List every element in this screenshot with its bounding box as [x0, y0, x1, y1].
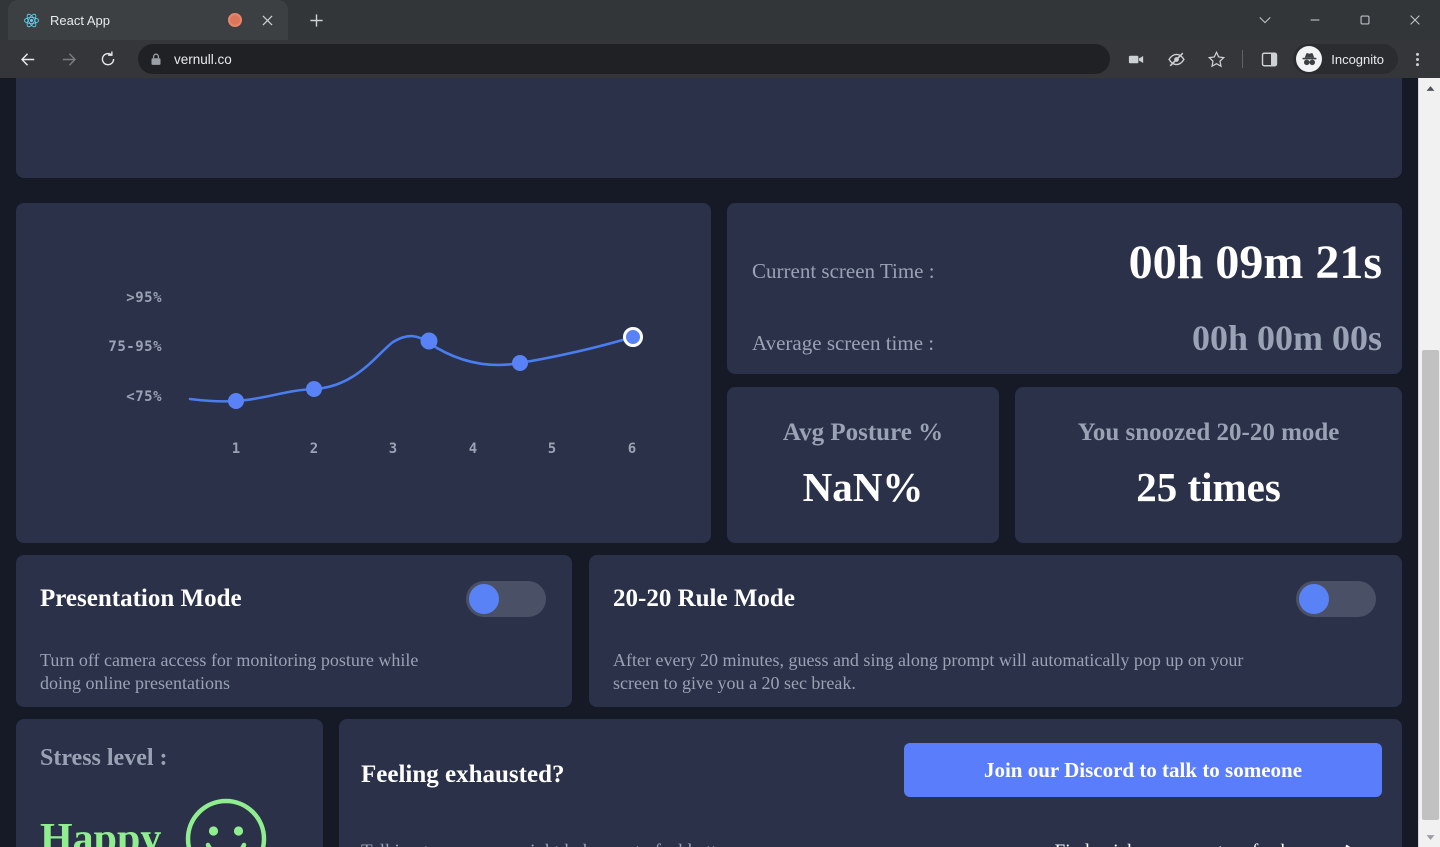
maximize-button[interactable] [1340, 0, 1390, 40]
window-controls [1240, 0, 1440, 40]
lock-icon [150, 53, 162, 66]
x-tick-label: 5 [547, 441, 557, 457]
tab-title: React App [50, 12, 110, 28]
smiley-face-icon [185, 798, 267, 847]
rule-mode-toggle[interactable] [1296, 581, 1376, 617]
x-tick-label: 6 [627, 441, 637, 457]
scrollbar-thumb[interactable] [1422, 350, 1439, 820]
presentation-mode-header: Presentation Mode [40, 581, 546, 617]
stress-level-row: Happy [40, 798, 323, 847]
stress-level-value: Happy [40, 816, 162, 847]
rule-mode-description: After every 20 minutes, guess and sing a… [613, 650, 1244, 694]
toolbar-icon-group: Incognito [1116, 43, 1432, 75]
incognito-avatar-icon [1296, 46, 1323, 72]
avg-posture-title: Avg Posture % [782, 419, 944, 446]
toggle-knob [1299, 584, 1329, 614]
page-viewport: >95% 75-95% <75% 1 2 3 4 5 6 Current scr… [0, 78, 1440, 847]
x-tick-label: 4 [468, 441, 478, 457]
chart-point [228, 393, 244, 409]
react-logo-icon [22, 11, 40, 29]
right-arrow-icon [1306, 842, 1360, 847]
exhausted-subtitle: Talking to someone might help you to fee… [361, 841, 735, 847]
side-panel-icon[interactable] [1253, 43, 1285, 75]
y-tick-label: 75-95% [108, 339, 162, 355]
posture-line-chart: >95% 75-95% <75% 1 2 3 4 5 6 [16, 203, 711, 543]
page-scrollbar[interactable] [1418, 78, 1440, 847]
new-tab-button[interactable] [302, 6, 330, 34]
star-icon[interactable] [1200, 43, 1232, 75]
chart-point [306, 381, 322, 397]
dashboard-page: >95% 75-95% <75% 1 2 3 4 5 6 Current scr… [0, 78, 1418, 847]
scroll-down-button[interactable] [1419, 827, 1440, 847]
find-resources-label: Find quick resources to refresh [1055, 841, 1290, 847]
avg-posture-card: Avg Posture % NaN% [727, 387, 999, 543]
y-tick-label: >95% [126, 290, 162, 306]
exhausted-bottom-row: Talking to someone might help you to fee… [361, 841, 1382, 847]
current-screen-time-row: Current screen Time : 00h 09m 21s [752, 239, 1382, 287]
snooze-count-title: You snoozed 20-20 mode [1077, 419, 1340, 446]
tab-search-button[interactable] [1240, 0, 1290, 40]
stress-level-label: Stress level : [40, 745, 168, 771]
current-screen-time-value: 00h 09m 21s [1128, 236, 1382, 289]
reload-icon[interactable] [91, 42, 125, 76]
rule-mode-header: 20-20 Rule Mode [613, 581, 1376, 617]
current-screen-time-label: Current screen Time : [752, 259, 935, 283]
chart-point-highlighted [623, 327, 643, 347]
url-text: vernull.co [174, 51, 232, 67]
x-tick-label: 3 [388, 441, 398, 457]
x-tick-label: 1 [231, 441, 241, 457]
avg-posture-value: NaN% [802, 464, 924, 510]
recording-indicator-icon [228, 13, 242, 27]
average-screen-time-row: Average screen time : 00h 00m 00s [752, 320, 1382, 356]
rule-mode-title: 20-20 Rule Mode [613, 585, 795, 612]
chart-line [188, 334, 635, 403]
posture-chart-card: >95% 75-95% <75% 1 2 3 4 5 6 [16, 203, 711, 543]
back-arrow-icon[interactable] [11, 42, 45, 76]
browser-tab[interactable]: React App [8, 0, 288, 40]
toggle-knob [469, 584, 499, 614]
video-camera-icon[interactable] [1120, 43, 1152, 75]
chart-point [420, 332, 438, 350]
y-tick-label: <75% [126, 389, 162, 405]
screen-time-card: Current screen Time : 00h 09m 21s Averag… [727, 203, 1402, 374]
scroll-up-button[interactable] [1419, 78, 1440, 98]
x-tick-label: 2 [309, 441, 319, 457]
average-screen-time-label: Average screen time : [752, 331, 935, 355]
average-screen-time-value: 00h 00m 00s [1191, 318, 1382, 358]
toolbar-divider [1242, 50, 1244, 68]
snooze-count-card: You snoozed 20-20 mode 25 times [1015, 387, 1402, 543]
presentation-mode-title: Presentation Mode [40, 585, 242, 612]
exhausted-top-row: Feeling exhausted? Join our Discord to t… [361, 743, 1382, 797]
browser-toolbar: vernull.co Incognito [0, 40, 1440, 78]
camera-preview-card [16, 78, 1402, 178]
stress-level-card: Stress level : Happy [16, 719, 323, 847]
presentation-mode-card: Presentation Mode Turn off camera access… [16, 555, 572, 707]
three-dot-menu-icon[interactable] [1402, 44, 1432, 74]
incognito-label: Incognito [1331, 51, 1384, 67]
chart-point [512, 355, 528, 371]
minimize-button[interactable] [1290, 0, 1340, 40]
rule-mode-card: 20-20 Rule Mode After every 20 minutes, … [589, 555, 1402, 707]
eye-slash-icon[interactable] [1160, 43, 1192, 75]
exhausted-title: Feeling exhausted? [361, 761, 565, 788]
address-bar[interactable]: vernull.co [138, 44, 1111, 74]
close-icon[interactable] [256, 9, 278, 31]
find-resources-link[interactable]: Find quick resources to refresh [1055, 841, 1360, 847]
join-discord-button[interactable]: Join our Discord to talk to someone [904, 743, 1382, 797]
forward-arrow-icon[interactable] [51, 42, 85, 76]
presentation-mode-toggle[interactable] [466, 581, 546, 617]
close-window-button[interactable] [1390, 0, 1440, 40]
chart-svg [188, 327, 643, 409]
incognito-profile-button[interactable]: Incognito [1293, 44, 1398, 74]
presentation-mode-description: Turn off camera access for monitoring po… [40, 650, 419, 694]
feeling-exhausted-card: Feeling exhausted? Join our Discord to t… [339, 719, 1402, 847]
tab-strip: React App [0, 0, 1440, 40]
snooze-count-value: 25 times [1136, 464, 1281, 510]
browser-window: React App vernull.co Incognito >95% 75-9… [0, 0, 1440, 847]
